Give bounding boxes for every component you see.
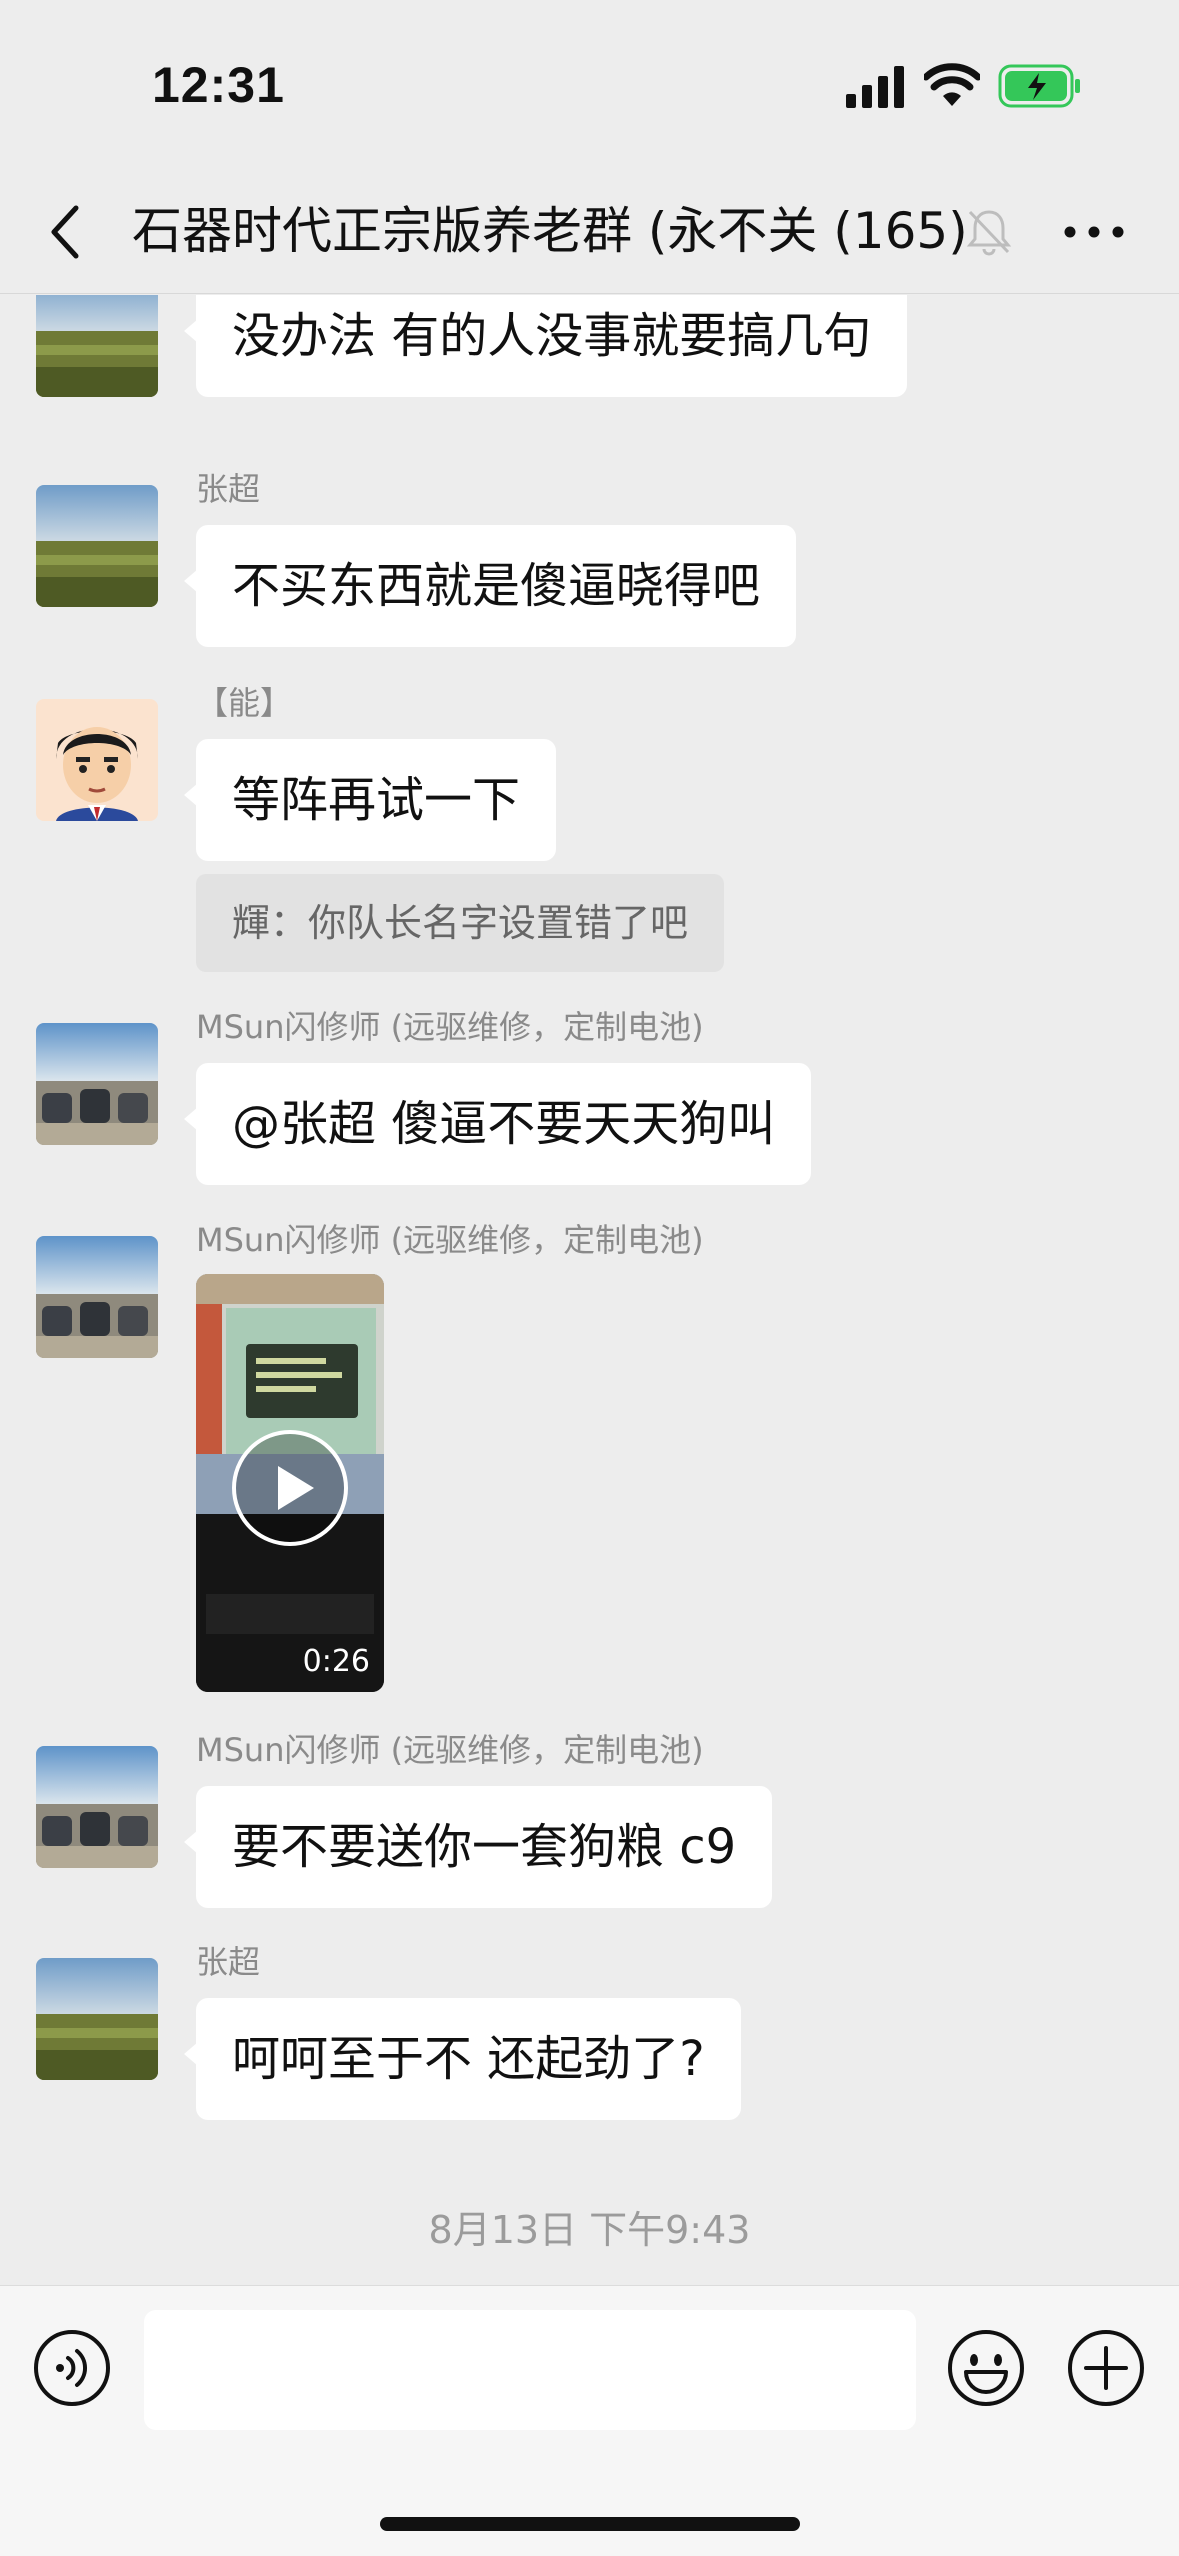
back-arrow-icon[interactable] [44, 200, 92, 264]
sender-name: 张超 [196, 1943, 261, 1981]
mute-bell-icon [966, 210, 1012, 256]
avatar[interactable] [36, 1023, 158, 1145]
message-bubble[interactable]: 等阵再试一下 [183, 739, 557, 861]
quoted-reply[interactable]: 輝：你队长名字设置错了吧 [196, 874, 725, 972]
avatar[interactable] [36, 699, 158, 821]
avatar[interactable] [36, 295, 158, 397]
message-input[interactable] [144, 2310, 916, 2430]
avatar[interactable] [36, 1746, 158, 1868]
message-bubble[interactable]: @张超 傻逼不要天天狗叫 [183, 1063, 812, 1185]
signal-icon [846, 66, 904, 108]
video-duration: 0:26 [302, 1644, 370, 1679]
avatar[interactable] [36, 1958, 158, 2080]
emoji-icon[interactable] [946, 2328, 1026, 2408]
play-icon[interactable] [230, 1428, 350, 1548]
wifi-icon [924, 63, 980, 106]
sender-name: MSun闪修师 (远驱维修，定制电池) [196, 1731, 704, 1769]
input-bar [0, 2285, 1179, 2556]
status-bar: 12:31 [0, 0, 1179, 170]
sender-name: MSun闪修师 (远驱维修，定制电池) [196, 1221, 704, 1259]
chat-header: 石器时代正宗版养老群 (永不关 (165) [0, 170, 1179, 294]
timestamp: 8月13日 下午9:43 [428, 2208, 751, 2252]
home-indicator[interactable] [380, 2517, 800, 2531]
more-options-icon[interactable] [1062, 214, 1126, 250]
chat-title: 石器时代正宗版养老群 (永不关 (165) [132, 202, 968, 260]
message-bubble[interactable]: 呵呵至于不 还起劲了? [184, 1998, 741, 2120]
sender-name: MSun闪修师 (远驱维修，定制电池) [196, 1008, 704, 1046]
sender-name: 【能】 [196, 684, 293, 722]
message-bubble[interactable]: 要不要送你一套狗粮 c9 [183, 1786, 773, 1908]
video-message[interactable]: 0:26 [196, 1274, 384, 1692]
sender-name: 张超 [196, 470, 261, 508]
message-list[interactable]: 张超 没办法 有的人没事就要搞几句 张超 不买东西就是傻逼晓得吧 【能】 等阵再… [0, 295, 1179, 2285]
avatar[interactable] [36, 485, 158, 607]
avatar[interactable] [36, 1236, 158, 1358]
message-bubble[interactable]: 不买东西就是傻逼晓得吧 [183, 525, 797, 647]
status-time: 12:31 [152, 57, 285, 113]
voice-input-icon[interactable] [32, 2328, 112, 2408]
message-bubble[interactable]: 没办法 有的人没事就要搞几句 [183, 295, 908, 397]
battery-charging-icon [998, 64, 1080, 108]
add-icon[interactable] [1066, 2328, 1146, 2408]
